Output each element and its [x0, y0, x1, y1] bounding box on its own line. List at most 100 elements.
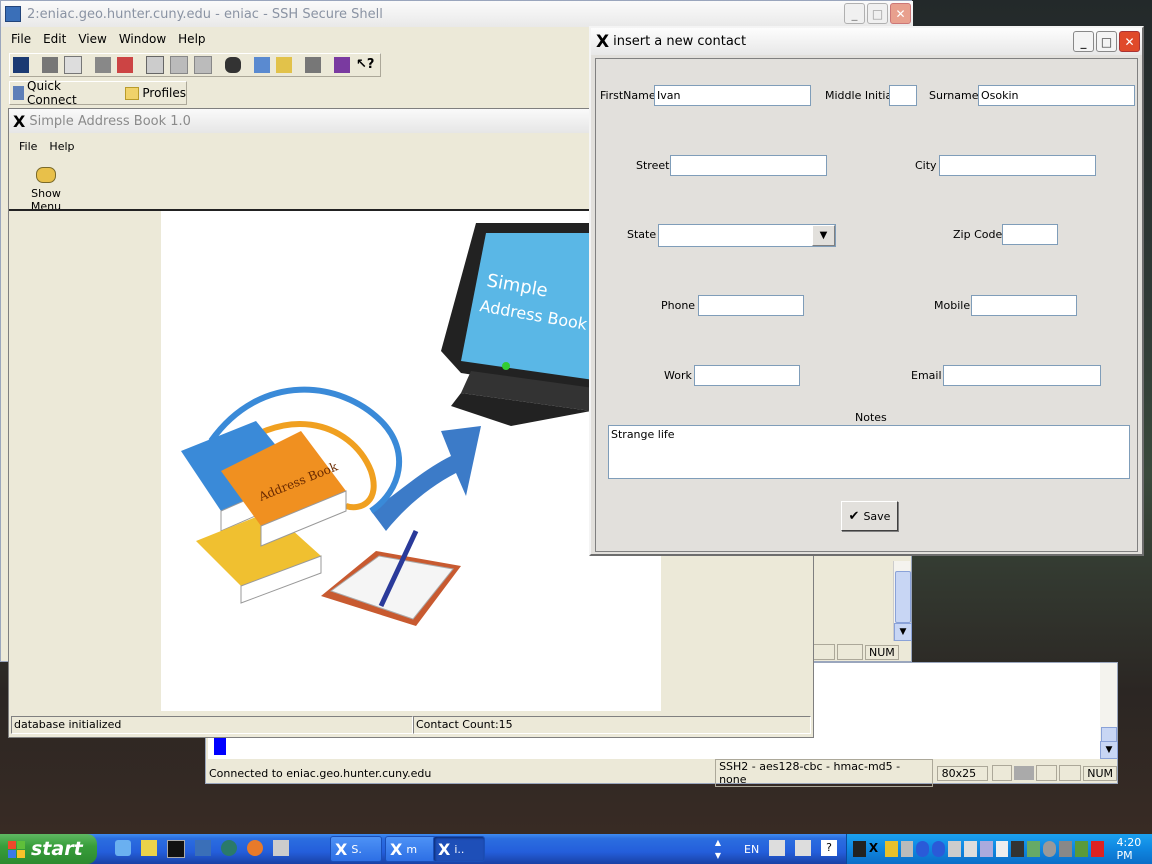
surname-field[interactable]: Osokin: [978, 85, 1135, 106]
ssh-window-title: 2:eniac.geo.hunter.cuny.edu - eniac - SS…: [27, 6, 383, 22]
zip-code-field[interactable]: [1002, 224, 1058, 245]
clock[interactable]: 4:20 PM: [1117, 836, 1152, 862]
x-logo-icon: X: [596, 31, 610, 52]
email-field[interactable]: [943, 365, 1101, 386]
calculator-icon[interactable]: [273, 840, 289, 856]
task-button-xterm[interactable]: Xm: [385, 836, 437, 862]
menu-file[interactable]: File: [5, 32, 37, 46]
tray-gray-icon[interactable]: [1043, 841, 1056, 857]
language-indicator[interactable]: EN: [744, 843, 759, 856]
quick-connect-button[interactable]: Quick Connect: [27, 79, 107, 107]
menu-help[interactable]: Help: [172, 32, 211, 46]
ssh-behind-status: NUM: [813, 643, 913, 661]
tray-app-icon[interactable]: [853, 841, 866, 857]
firstname-field[interactable]: Ivan: [654, 85, 811, 106]
ssh-toolbar: ↖?: [9, 53, 381, 77]
close-button[interactable]: ✕: [1119, 31, 1140, 52]
save-label: Save: [863, 509, 891, 523]
city-field[interactable]: [939, 155, 1096, 176]
monitor-icon[interactable]: [948, 841, 961, 857]
phone-field[interactable]: [698, 295, 804, 316]
tray-pen-icon[interactable]: [1058, 841, 1072, 857]
notes-textarea[interactable]: Strange life: [608, 425, 1130, 479]
terminal-scrollbar[interactable]: ▼: [1100, 663, 1118, 759]
find-icon[interactable]: [225, 57, 241, 73]
close-button[interactable]: ✕: [890, 3, 911, 24]
disconnect-icon[interactable]: [95, 57, 111, 73]
whats-this-icon[interactable]: ↖?: [356, 57, 374, 73]
taskbar-scroll[interactable]: ▲ ▼: [712, 836, 724, 862]
maximize-button[interactable]: □: [1096, 31, 1117, 52]
ssh-icon[interactable]: [195, 840, 211, 856]
tray-x-icon[interactable]: X: [869, 841, 882, 857]
ssh-title-bar[interactable]: 2:eniac.geo.hunter.cuny.edu - eniac - SS…: [1, 1, 913, 27]
tray-green-icon[interactable]: [1027, 841, 1041, 857]
tray-m-icon[interactable]: [1090, 841, 1104, 857]
paste-icon[interactable]: [170, 56, 188, 74]
ab-status-bar: database initialized Contact Count:15: [11, 716, 811, 734]
mobile-field[interactable]: [971, 295, 1077, 316]
state-dropdown[interactable]: [658, 224, 836, 247]
middle-initial-field[interactable]: [889, 85, 917, 106]
maximize-button[interactable]: □: [867, 3, 888, 24]
start-label: start: [31, 838, 83, 860]
firefox-icon[interactable]: [247, 840, 263, 856]
new-file-transfer-icon[interactable]: [276, 57, 292, 73]
scroll-down-button[interactable]: ▼: [1100, 741, 1118, 759]
minimize-button[interactable]: _: [844, 3, 865, 24]
minimize-button[interactable]: _: [1073, 31, 1094, 52]
task-button-insert-contact[interactable]: Xi..: [433, 836, 485, 862]
ie-icon[interactable]: [115, 840, 131, 856]
start-button[interactable]: start: [0, 834, 97, 864]
system-tray: X 4:20 PM: [846, 834, 1152, 864]
state-dropdown-arrow[interactable]: ▼: [812, 225, 835, 246]
behind-scrollbar[interactable]: ▼: [893, 561, 912, 641]
ab-status-message: database initialized: [11, 716, 413, 734]
network-icon[interactable]: [979, 841, 993, 857]
save-button[interactable]: ✔ Save: [841, 501, 898, 531]
tray-leaf-icon[interactable]: [1074, 841, 1088, 857]
tray-grid-icon[interactable]: [995, 841, 1009, 857]
tray-blue-icon[interactable]: [916, 841, 930, 857]
copy-icon[interactable]: [146, 56, 164, 74]
firstname-label: FirstName: [600, 89, 656, 102]
menu-window[interactable]: Window: [113, 32, 172, 46]
print-preview-icon[interactable]: [64, 56, 82, 74]
help-book-icon[interactable]: [334, 57, 350, 73]
profile-settings-icon[interactable]: [305, 57, 321, 73]
profiles-button[interactable]: Profiles: [142, 86, 186, 100]
paste-select-icon[interactable]: [194, 56, 212, 74]
dialog-title-bar[interactable]: X insert a new contact _ □ ✕: [591, 28, 1142, 55]
ssh-app-icon: [5, 6, 21, 22]
tray-im-icon[interactable]: [1011, 841, 1025, 857]
insert-contact-dialog: X insert a new contact _ □ ✕ FirstName I…: [589, 26, 1144, 556]
print-icon[interactable]: [42, 57, 58, 73]
lock-icon[interactable]: [900, 841, 914, 857]
save-icon[interactable]: [13, 57, 29, 73]
menu-edit[interactable]: Edit: [37, 32, 72, 46]
scroll-down-button[interactable]: ▼: [894, 623, 912, 641]
keyboard-icon[interactable]: [795, 840, 811, 856]
app-icon[interactable]: [141, 840, 157, 856]
menu-view[interactable]: View: [72, 32, 112, 46]
new-terminal-icon[interactable]: [254, 57, 270, 73]
num-lock-indicator: NUM: [1083, 765, 1117, 781]
state-label: State: [627, 228, 657, 241]
work-field[interactable]: [694, 365, 800, 386]
ab-menu-file[interactable]: File: [13, 140, 43, 153]
tray-b-icon[interactable]: [932, 841, 946, 857]
shield-icon[interactable]: [884, 841, 898, 857]
settings-icon[interactable]: [117, 57, 133, 73]
work-label: Work: [664, 369, 692, 382]
street-field[interactable]: [670, 155, 827, 176]
pen-icon[interactable]: [769, 840, 785, 856]
volume-icon[interactable]: [963, 841, 977, 857]
email-label: Email: [911, 369, 942, 382]
task-button-ssh[interactable]: X S.: [330, 836, 382, 862]
help-icon[interactable]: ?: [821, 840, 837, 856]
show-menu-button[interactable]: Show Menu: [15, 165, 77, 213]
ab-menu-help[interactable]: Help: [43, 140, 80, 153]
cmd-icon[interactable]: [167, 840, 185, 858]
quick-connect-icon: [13, 86, 25, 100]
netscape-icon[interactable]: [221, 840, 237, 856]
